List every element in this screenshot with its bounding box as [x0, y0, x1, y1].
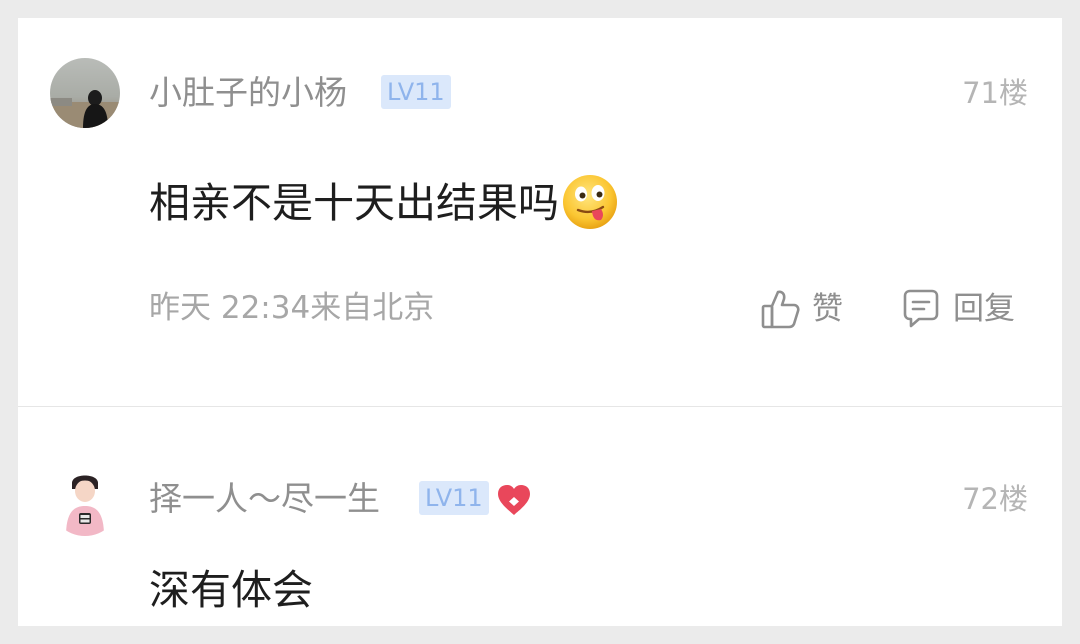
username[interactable]: 小肚子的小杨 [149, 73, 347, 113]
comment-item: 小肚子的小杨 LV11 71楼 相亲不是十天出结果吗 昨天 22:34来自北京 … [18, 18, 1062, 406]
speech-bubble-icon [901, 288, 941, 330]
heart-badge-icon [496, 483, 532, 517]
username[interactable]: 择一人～尽一生 [149, 479, 380, 519]
reply-button[interactable]: 回复 [901, 287, 1015, 331]
comment-meta: 昨天 22:34来自北京 [149, 290, 435, 326]
user-avatar[interactable] [50, 466, 120, 536]
comment-text: 深有体会 [149, 566, 313, 614]
comment-text: 相亲不是十天出结果吗 [149, 179, 559, 227]
floor-number: 72楼 [962, 482, 1028, 516]
comment-content: 深有体会 [149, 560, 313, 620]
thumbs-up-icon [760, 288, 800, 330]
like-button[interactable]: 赞 [760, 287, 843, 331]
comment-thread: 小肚子的小杨 LV11 71楼 相亲不是十天出结果吗 昨天 22:34来自北京 … [18, 18, 1062, 626]
user-avatar[interactable] [50, 58, 120, 128]
floor-number: 71楼 [962, 76, 1028, 110]
level-badge: LV11 [419, 481, 489, 515]
comment-item: 择一人～尽一生 LV11 72楼 深有体会 [18, 407, 1062, 626]
level-badge: LV11 [381, 75, 451, 109]
reply-label: 回复 [953, 291, 1015, 327]
drooling-face-emoji-icon [561, 173, 619, 231]
like-label: 赞 [812, 291, 843, 327]
comment-content: 相亲不是十天出结果吗 [149, 173, 619, 235]
